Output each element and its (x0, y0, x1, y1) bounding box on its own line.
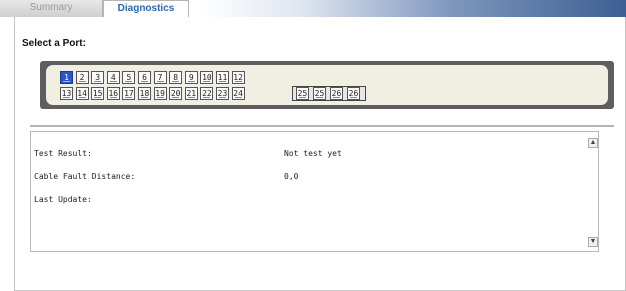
scroll-down-icon[interactable]: ▼ (588, 237, 598, 247)
port-24-button[interactable]: 24 (231, 87, 245, 100)
port-9-button[interactable]: 9 (184, 71, 198, 84)
port-26-button[interactable]: 26 (330, 87, 343, 100)
port-19-button[interactable]: 19 (153, 87, 167, 100)
section-divider (30, 125, 614, 127)
cable-fault-distance-value: 0,0 (284, 172, 299, 181)
switch-front-panel: 25 25 26 26 1 2 3 4 5 6 7 8 9 10 11 12 13 14 15 16 17 18 19 20… (40, 61, 614, 109)
port-2-button[interactable]: 2 (75, 71, 89, 84)
port-17-button[interactable]: 17 (122, 87, 136, 100)
port-12-button[interactable]: 12 (231, 71, 245, 84)
port-8-button[interactable]: 8 (169, 71, 183, 84)
port-11-button[interactable]: 11 (216, 71, 229, 84)
port-6-button[interactable]: 6 (138, 71, 151, 84)
port-3-button[interactable]: 3 (91, 71, 105, 84)
port-5-button[interactable]: 5 (122, 71, 136, 84)
port-18-button[interactable]: 18 (138, 87, 151, 100)
port-7-button[interactable]: 7 (153, 71, 167, 84)
last-update-label: Last Update: (34, 195, 92, 204)
port-25-button[interactable]: 25 (313, 87, 326, 100)
port-21-button[interactable]: 21 (184, 87, 198, 100)
port-22-button[interactable]: 22 (200, 87, 214, 100)
scroll-up-icon[interactable]: ▲ (588, 138, 598, 148)
select-port-label: Select a Port: (22, 38, 86, 49)
port-16-button[interactable]: 16 (106, 87, 120, 100)
sfp-port-group: 25 25 26 26 (292, 86, 366, 101)
cable-fault-distance-label: Cable Fault Distance: (34, 172, 136, 181)
port-panel: 25 25 26 26 1 2 3 4 5 6 7 8 9 10 11 12 13 14 15 16 17 18 19 20… (46, 65, 608, 105)
port-10-button[interactable]: 10 (200, 71, 214, 84)
test-result-label: Test Result: (34, 149, 92, 158)
tab-diagnostics[interactable]: Diagnostics (103, 0, 189, 17)
port-26-button[interactable]: 26 (347, 87, 360, 100)
port-4-button[interactable]: 4 (106, 71, 120, 84)
port-25-button[interactable]: 25 (296, 87, 309, 100)
tab-divider (189, 0, 195, 17)
port-1-button[interactable]: 1 (60, 71, 73, 84)
port-14-button[interactable]: 14 (75, 87, 89, 100)
tab-summary[interactable]: Summary (0, 0, 103, 17)
test-result-value: Not test yet (284, 149, 342, 158)
port-13-button[interactable]: 13 (60, 87, 73, 100)
port-20-button[interactable]: 20 (169, 87, 183, 100)
port-15-button[interactable]: 15 (91, 87, 105, 100)
port-23-button[interactable]: 23 (216, 87, 229, 100)
tab-bar: Summary Diagnostics (0, 0, 626, 17)
